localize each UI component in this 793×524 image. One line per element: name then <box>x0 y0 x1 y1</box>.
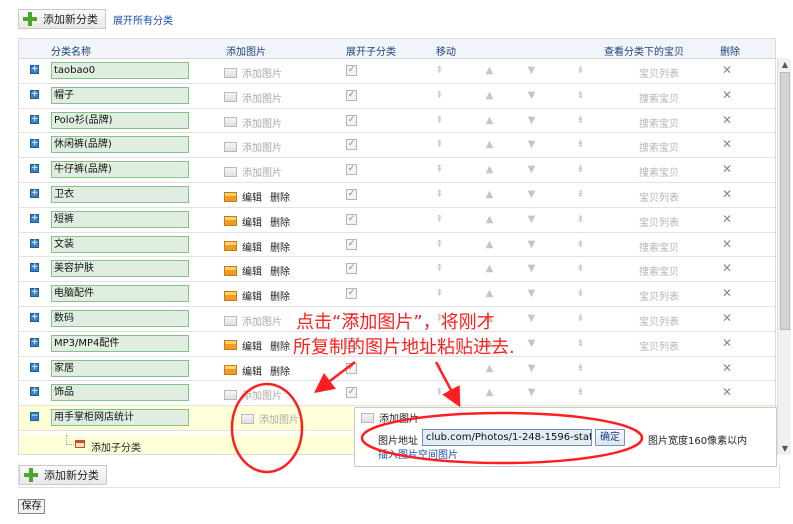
annotation-arrow-left <box>314 361 356 394</box>
highlight-ellipse-add-image <box>230 382 304 474</box>
annotation-overlay <box>230 361 644 474</box>
annotation-arrow-right <box>434 361 461 408</box>
highlight-ellipse-url <box>360 411 644 465</box>
